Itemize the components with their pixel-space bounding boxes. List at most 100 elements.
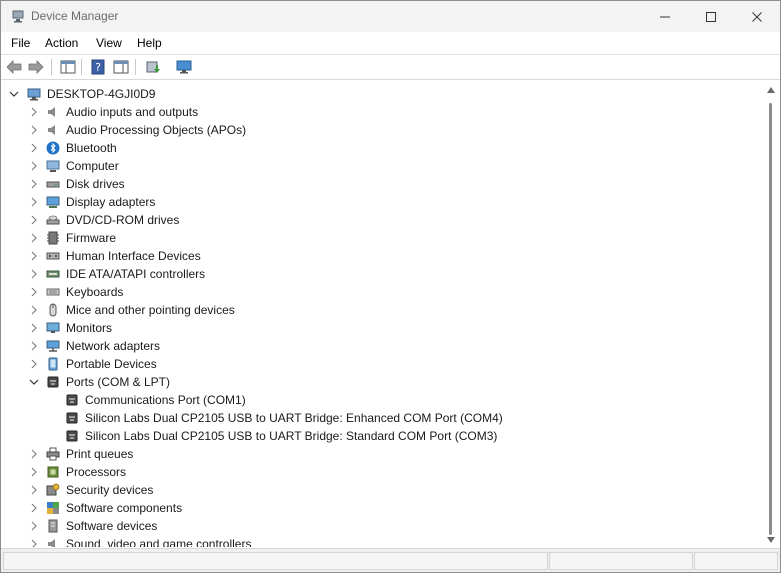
chevron-right-icon[interactable] (29, 340, 39, 352)
category-row-disk-drives[interactable]: Disk drives (1, 175, 763, 193)
chevron-right-icon[interactable] (29, 286, 39, 298)
chevron-right-icon[interactable] (29, 304, 39, 316)
chevron-right-icon[interactable] (29, 502, 39, 514)
category-row-computer[interactable]: Computer (1, 157, 763, 175)
sound-video-icon (48, 539, 55, 547)
port-icon (66, 412, 78, 424)
vertical-scrollbar[interactable] (763, 81, 780, 547)
forward-icon (28, 60, 44, 74)
chevron-down-icon[interactable] (9, 88, 19, 100)
chevron-down-icon[interactable] (29, 376, 39, 388)
port-icon (47, 376, 59, 388)
category-label: Software devices (66, 519, 158, 533)
chevron-right-icon[interactable] (29, 142, 39, 154)
category-label: Keyboards (66, 285, 124, 299)
category-row-bluetooth[interactable]: Bluetooth (1, 139, 763, 157)
minimize-button[interactable] (642, 1, 688, 32)
menu-file[interactable]: File (11, 36, 30, 50)
category-row-sound-video[interactable]: Sound, video and game controllers (1, 535, 763, 547)
chevron-right-icon[interactable] (29, 520, 39, 532)
device-manager-window: Device Manager File Action View Help ? D… (0, 0, 781, 573)
chevron-right-icon[interactable] (29, 178, 39, 190)
minimize-icon (660, 16, 670, 17)
scan-hardware-button[interactable] (175, 58, 193, 76)
category-row-processors[interactable]: Processors (1, 463, 763, 481)
ide-controller-icon (46, 270, 60, 278)
chevron-right-icon[interactable] (29, 466, 39, 478)
portable-device-icon (48, 357, 58, 371)
chevron-right-icon[interactable] (29, 358, 39, 370)
chevron-right-icon[interactable] (29, 322, 39, 334)
properties-view-icon (113, 60, 129, 74)
forward-button[interactable] (27, 58, 45, 76)
device-tree[interactable]: DESKTOP-4GJI0D9 Audio inputs and outputs… (1, 81, 763, 547)
firmware-chip-icon (47, 231, 59, 245)
chevron-right-icon[interactable] (29, 106, 39, 118)
speaker-icon (48, 107, 55, 117)
chevron-right-icon[interactable] (29, 232, 39, 244)
toolbar-separator (135, 59, 136, 75)
toolbar: ? (1, 55, 780, 80)
back-button[interactable] (5, 58, 23, 76)
show-hide-console-tree-button[interactable] (59, 58, 77, 76)
chevron-right-icon[interactable] (29, 124, 39, 136)
title-bar[interactable]: Device Manager (1, 1, 780, 32)
category-label: IDE ATA/ATAPI controllers (66, 267, 206, 281)
chevron-right-icon[interactable] (29, 214, 39, 226)
category-row-monitors[interactable]: Monitors (1, 319, 763, 337)
status-pane-middle (549, 552, 693, 570)
update-driver-button[interactable] (144, 58, 162, 76)
update-driver-icon (146, 61, 160, 73)
window-title: Device Manager (31, 9, 119, 23)
category-row-ports[interactable]: Ports (COM & LPT) (1, 373, 763, 391)
processor-icon (47, 466, 59, 478)
chevron-right-icon[interactable] (29, 250, 39, 262)
chevron-right-icon[interactable] (29, 196, 39, 208)
scrollbar-thumb[interactable] (769, 103, 772, 535)
category-row-network-adapters[interactable]: Network adapters (1, 337, 763, 355)
category-row-keyboards[interactable]: Keyboards (1, 283, 763, 301)
menu-view[interactable]: View (96, 36, 122, 50)
device-row-com3[interactable]: Silicon Labs Dual CP2105 USB to UART Bri… (1, 427, 763, 445)
menu-action[interactable]: Action (45, 36, 78, 50)
category-label: Firmware (66, 231, 116, 245)
scroll-up-arrow-icon[interactable] (767, 87, 775, 93)
chevron-right-icon[interactable] (29, 538, 39, 547)
menu-bar: File Action View Help (1, 32, 780, 55)
category-row-display-adapters[interactable]: Display adapters (1, 193, 763, 211)
properties-view-button[interactable] (112, 58, 130, 76)
device-row-com4[interactable]: Silicon Labs Dual CP2105 USB to UART Bri… (1, 409, 763, 427)
disk-drive-icon (46, 181, 60, 188)
category-label: Network adapters (66, 339, 161, 353)
chevron-right-icon[interactable] (29, 484, 39, 496)
device-row-com1[interactable]: Communications Port (COM1) (1, 391, 763, 409)
tree-root-row[interactable]: DESKTOP-4GJI0D9 (1, 85, 763, 103)
category-row-audio-inputs[interactable]: Audio inputs and outputs (1, 103, 763, 121)
network-adapter-icon (46, 340, 60, 352)
close-button[interactable] (734, 1, 780, 32)
chevron-right-icon[interactable] (29, 448, 39, 460)
category-row-dvd-drives[interactable]: DVD/CD-ROM drives (1, 211, 763, 229)
category-row-apos[interactable]: Audio Processing Objects (APOs) (1, 121, 763, 139)
maximize-button[interactable] (688, 1, 734, 32)
menu-help[interactable]: Help (137, 36, 162, 50)
category-row-portable-devices[interactable]: Portable Devices (1, 355, 763, 373)
device-label: Communications Port (COM1) (85, 393, 246, 407)
bluetooth-icon (46, 141, 60, 155)
category-label: Audio inputs and outputs (66, 105, 199, 119)
category-row-ide-ata[interactable]: IDE ATA/ATAPI controllers (1, 265, 763, 283)
category-row-software-devices[interactable]: Software devices (1, 517, 763, 535)
scroll-down-arrow-icon[interactable] (767, 537, 775, 543)
hid-icon (46, 252, 60, 260)
category-row-security-devices[interactable]: Security devices (1, 481, 763, 499)
chevron-right-icon[interactable] (29, 160, 39, 172)
category-row-firmware[interactable]: Firmware (1, 229, 763, 247)
chevron-right-icon[interactable] (29, 268, 39, 280)
category-row-hid[interactable]: Human Interface Devices (1, 247, 763, 265)
category-row-print-queues[interactable]: Print queues (1, 445, 763, 463)
category-row-mice[interactable]: Mice and other pointing devices (1, 301, 763, 319)
help-button[interactable]: ? (89, 58, 107, 76)
category-row-software-components[interactable]: Software components (1, 499, 763, 517)
category-label: Human Interface Devices (66, 249, 201, 263)
mouse-icon (49, 303, 57, 317)
